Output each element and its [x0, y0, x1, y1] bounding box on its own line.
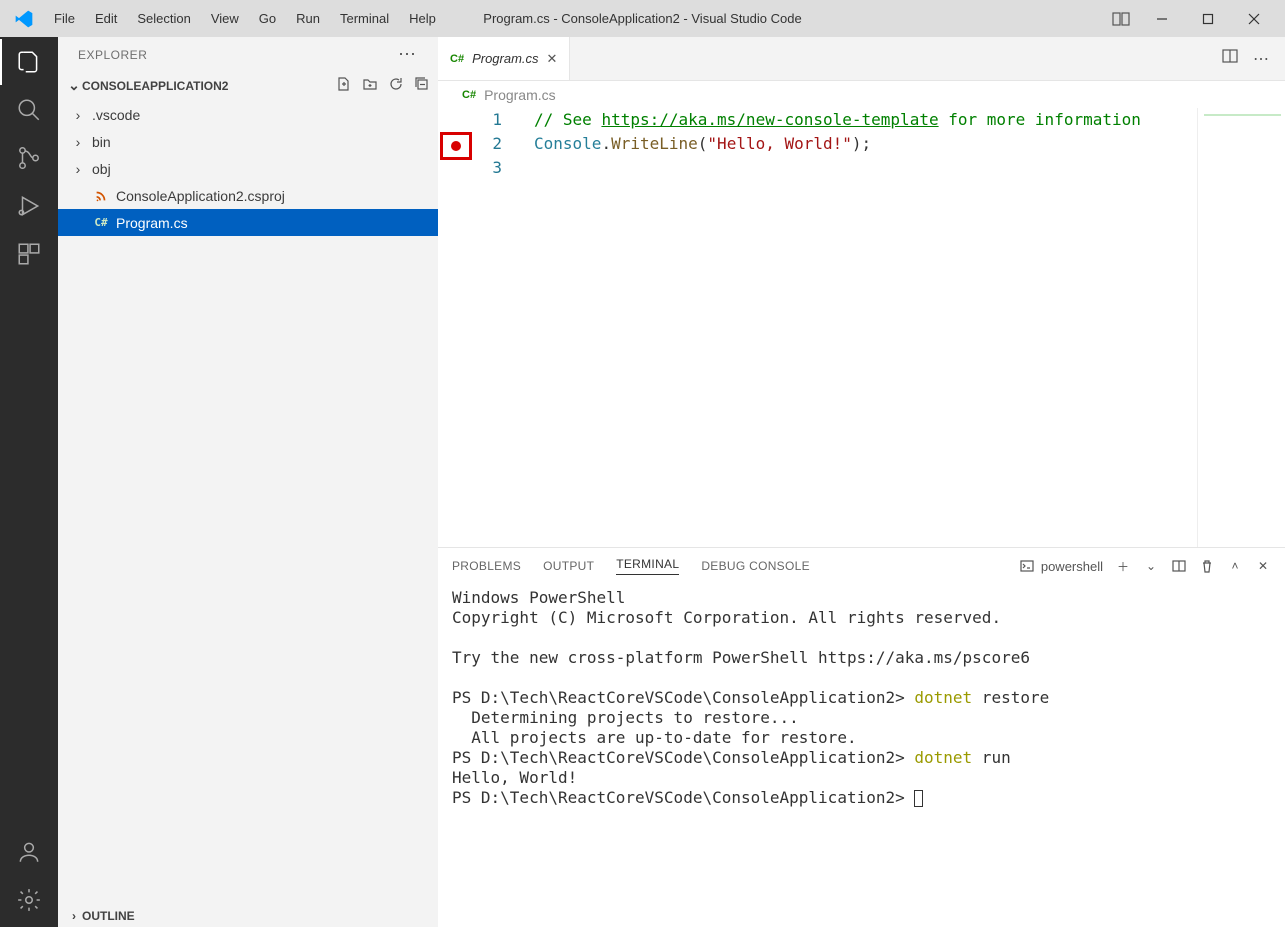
panel-tabs: PROBLEMS OUTPUT TERMINAL DEBUG CONSOLE p… — [438, 548, 1285, 584]
split-editor-icon[interactable] — [1221, 47, 1239, 70]
tree-folder-vscode[interactable]: › .vscode — [58, 101, 438, 128]
activity-settings-icon[interactable] — [16, 887, 42, 913]
menu-help[interactable]: Help — [399, 5, 446, 32]
csharp-file-icon: C# — [462, 89, 476, 101]
window-title: Program.cs - ConsoleApplication2 - Visua… — [483, 11, 801, 26]
code-content[interactable]: // See https://aka.ms/new-console-templa… — [514, 108, 1197, 547]
chevron-right-icon: › — [70, 107, 86, 123]
menu-go[interactable]: Go — [249, 5, 286, 32]
breadcrumb-label: Program.cs — [484, 87, 556, 103]
panel-tab-problems[interactable]: PROBLEMS — [452, 559, 521, 573]
chevron-right-icon: › — [70, 161, 86, 177]
csharp-file-icon: C# — [450, 53, 464, 65]
tree-label: bin — [92, 134, 111, 150]
terminal-content[interactable]: Windows PowerShell Copyright (C) Microso… — [438, 584, 1285, 927]
split-terminal-icon[interactable] — [1171, 558, 1187, 574]
tree-folder-obj[interactable]: › obj — [58, 155, 438, 182]
window-maximize-icon[interactable] — [1185, 0, 1231, 37]
project-name: CONSOLEAPPLICATION2 — [82, 79, 228, 93]
terminal-icon — [1019, 558, 1035, 574]
outline-label: OUTLINE — [82, 909, 135, 923]
activity-explorer-icon[interactable] — [16, 49, 42, 75]
activitybar — [0, 37, 58, 927]
menu-selection[interactable]: Selection — [127, 5, 200, 32]
explorer-sidebar: EXPLORER ⋯ ⌄ CONSOLEAPPLICATION2 — [58, 37, 438, 927]
terminal-dropdown-icon[interactable]: ⌄ — [1143, 558, 1159, 574]
close-tab-icon[interactable]: ✕ — [547, 51, 558, 67]
tree-label: obj — [92, 161, 111, 177]
tree-label: .vscode — [92, 107, 140, 123]
terminal-cursor — [914, 790, 923, 807]
minimap[interactable] — [1197, 108, 1285, 547]
terminal-shell-chip[interactable]: powershell — [1019, 558, 1103, 574]
panel-tab-output[interactable]: OUTPUT — [543, 559, 594, 573]
activity-debug-icon[interactable] — [16, 193, 42, 219]
breadcrumb[interactable]: C# Program.cs — [438, 81, 1285, 108]
activity-scm-icon[interactable] — [16, 145, 42, 171]
new-file-icon[interactable] — [336, 76, 352, 95]
activity-account-icon[interactable] — [16, 839, 42, 865]
panel-tab-terminal[interactable]: TERMINAL — [616, 557, 679, 575]
menu-view[interactable]: View — [201, 5, 249, 32]
activity-extensions-icon[interactable] — [16, 241, 42, 267]
shell-name: powershell — [1041, 559, 1103, 574]
menubar: File Edit Selection View Go Run Terminal… — [44, 5, 446, 32]
editor-body[interactable]: 1 2 3 // See https://aka.ms/new-console-… — [438, 108, 1285, 547]
tree-folder-bin[interactable]: › bin — [58, 128, 438, 155]
sidebar-project-header[interactable]: ⌄ CONSOLEAPPLICATION2 — [58, 72, 438, 99]
sidebar-title: EXPLORER — [78, 48, 147, 62]
tree-label: ConsoleApplication2.csproj — [116, 188, 285, 204]
sidebar-more-icon[interactable]: ⋯ — [398, 44, 418, 65]
new-folder-icon[interactable] — [362, 76, 378, 95]
editor-more-icon[interactable]: ⋯ — [1253, 49, 1271, 69]
editor-tabs: C# Program.cs ✕ ⋯ — [438, 37, 1285, 81]
breakpoint-icon[interactable] — [440, 132, 472, 160]
activity-search-icon[interactable] — [16, 97, 42, 123]
collapse-all-icon[interactable] — [414, 76, 430, 95]
menu-edit[interactable]: Edit — [85, 5, 127, 32]
panel-tab-debug-console[interactable]: DEBUG CONSOLE — [701, 559, 810, 573]
menu-terminal[interactable]: Terminal — [330, 5, 399, 32]
tab-label: Program.cs — [472, 51, 538, 66]
refresh-icon[interactable] — [388, 76, 404, 95]
menu-file[interactable]: File — [44, 5, 85, 32]
breakpoint-gutter[interactable] — [438, 108, 474, 547]
panel-close-icon[interactable]: ✕ — [1255, 558, 1271, 574]
window-close-icon[interactable] — [1231, 0, 1277, 37]
new-terminal-icon[interactable]: ＋ — [1115, 558, 1131, 574]
editor-area: C# Program.cs ✕ ⋯ C# Program.cs 1 2 — [438, 37, 1285, 927]
outline-header[interactable]: › OUTLINE — [58, 905, 438, 927]
csproj-file-icon — [92, 189, 110, 203]
line-numbers: 1 2 3 — [474, 108, 514, 547]
panel: PROBLEMS OUTPUT TERMINAL DEBUG CONSOLE p… — [438, 547, 1285, 927]
tree-file-program-cs[interactable]: C# Program.cs — [58, 209, 438, 236]
tree-file-csproj[interactable]: ConsoleApplication2.csproj — [58, 182, 438, 209]
layout-toggle-icon[interactable] — [1103, 0, 1139, 37]
window-minimize-icon[interactable] — [1139, 0, 1185, 37]
editor-tab-program-cs[interactable]: C# Program.cs ✕ — [438, 37, 570, 80]
kill-terminal-icon[interactable] — [1199, 558, 1215, 574]
chevron-right-icon: › — [70, 134, 86, 150]
tree-label: Program.cs — [116, 215, 188, 231]
file-tree: › .vscode › bin › obj ConsoleApplication… — [58, 99, 438, 238]
vscode-logo-icon — [14, 9, 34, 29]
csharp-file-icon: C# — [92, 216, 110, 229]
menu-run[interactable]: Run — [286, 5, 330, 32]
panel-maximize-icon[interactable]: ˄ — [1227, 558, 1243, 574]
titlebar: File Edit Selection View Go Run Terminal… — [0, 0, 1285, 37]
chevron-right-icon: › — [66, 909, 82, 923]
chevron-down-icon: ⌄ — [66, 77, 82, 94]
